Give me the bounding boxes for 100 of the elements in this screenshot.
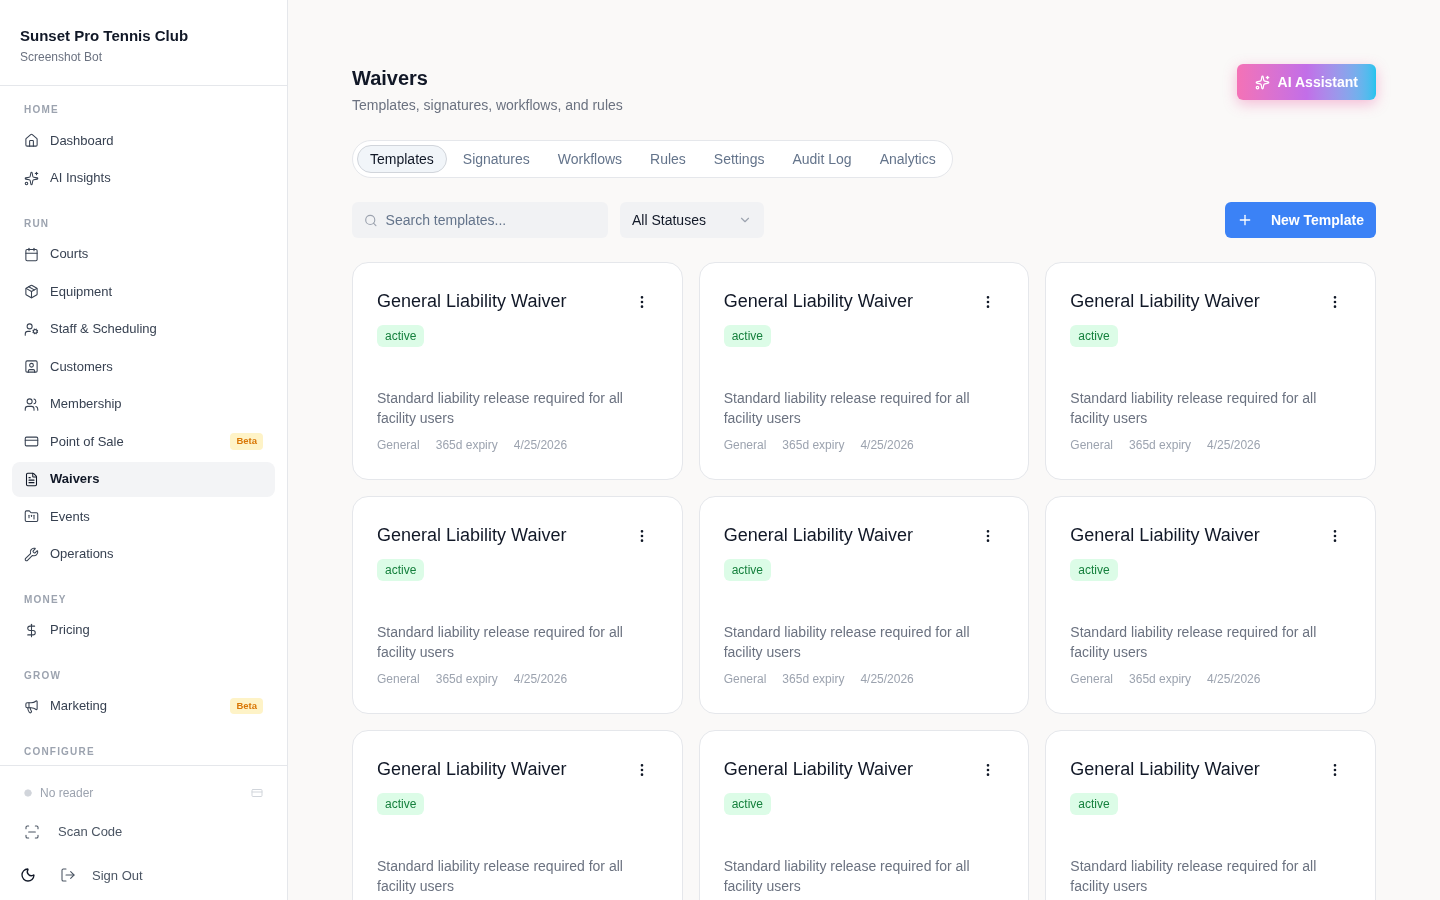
nav-item[interactable]: Waivers	[12, 461, 275, 497]
template-card[interactable]: General Liability Waiver active Standard liability release required for all facility users	[1045, 730, 1376, 900]
scan-code-button[interactable]: Scan Code	[24, 822, 263, 842]
reader-status: No reader	[40, 785, 95, 802]
status-badge: active	[723, 793, 771, 815]
search-field[interactable]: Search templates...	[352, 202, 608, 238]
status-badge: active	[1070, 559, 1118, 581]
home-icon	[24, 133, 39, 148]
card-title: General Liability Waiver	[723, 758, 914, 781]
nav-item[interactable]: Dashboard	[12, 123, 275, 158]
status-badge: active	[1070, 793, 1118, 815]
id-badge-icon	[24, 359, 39, 374]
sparkles-icon	[24, 170, 39, 186]
card-title: General Liability Waiver	[723, 524, 914, 547]
card-description: Standard liability release required for all facility users	[723, 623, 971, 662]
template-card[interactable]: General Liability Waiver active Standard liability release required for all facility users General 365d expiry 4/25/2026	[698, 262, 1030, 480]
tab[interactable]: Templates	[357, 145, 447, 173]
card-description: Standard liability release required for all facility users	[723, 389, 971, 428]
person-gear-icon	[24, 321, 39, 337]
card-reader-icon	[251, 787, 263, 799]
nav-item[interactable]: Staff & Scheduling	[12, 311, 275, 347]
card-meta: 4/25/2026	[860, 671, 914, 688]
new-template-button[interactable]: New Template	[1224, 202, 1376, 238]
section-heading: MONEY	[24, 593, 67, 605]
nav-item[interactable]: Customers	[12, 349, 275, 384]
nav-item[interactable]: Equipment	[12, 274, 275, 309]
card-title: General Liability Waiver	[1070, 290, 1260, 313]
card-meta: General	[723, 437, 767, 454]
nav-item[interactable]: Membership	[12, 386, 275, 422]
wrench-icon	[24, 546, 39, 562]
status-badge: active	[377, 325, 425, 347]
tab[interactable]: Workflows	[545, 145, 635, 173]
tab[interactable]: Analytics	[867, 145, 948, 173]
nav-item[interactable]: Operations	[12, 536, 275, 572]
card-meta: 365d expiry	[435, 671, 498, 688]
status-dropdown[interactable]: All Statuses	[620, 202, 764, 238]
card-description: Standard liability release required for all facility users	[377, 389, 624, 428]
card-meta: 365d expiry	[435, 437, 498, 454]
box-icon	[24, 284, 39, 299]
template-card[interactable]: General Liability Waiver active Standard liability release required for all facility users General 365d expiry 4/25/2026	[698, 496, 1030, 714]
card-title: General Liability Waiver	[377, 524, 567, 547]
section-heading: CONFIGURE	[24, 745, 95, 757]
nav-item[interactable]: AI Insights	[12, 160, 275, 196]
tab[interactable]: Signatures	[450, 145, 542, 173]
card-description: Standard liability release required for all facility users	[1070, 857, 1318, 896]
nav-item[interactable]: Pricing	[12, 612, 275, 648]
nav-item[interactable]: Events	[12, 499, 275, 534]
dollar-icon	[24, 622, 39, 638]
template-card[interactable]: General Liability Waiver active Standard liability release required for all facility users	[698, 730, 1030, 900]
card-title: General Liability Waiver	[377, 290, 567, 313]
nav-item[interactable]: Point of Sale Beta	[12, 424, 275, 459]
tab[interactable]: Settings	[701, 145, 777, 173]
sparkles-icon	[1254, 74, 1270, 90]
card-meta: 365d expiry	[1129, 437, 1192, 454]
status-badge: active	[377, 793, 425, 815]
card-description: Standard liability release required for all facility users	[377, 857, 624, 896]
page-subtitle: Templates, signatures, workflows, and rules	[352, 96, 623, 115]
club-name: Sunset Pro Tennis Club	[20, 26, 190, 46]
card-title: General Liability Waiver	[1070, 758, 1260, 781]
template-card[interactable]: General Liability Waiver active Standard liability release required for all facility users General 365d expiry 4/25/2026	[1045, 262, 1376, 480]
card-meta: 4/25/2026	[1207, 437, 1261, 454]
card-meta: 4/25/2026	[860, 437, 914, 454]
card-meta: 365d expiry	[782, 437, 845, 454]
sign-out-icon	[60, 867, 76, 884]
template-card[interactable]: General Liability Waiver active Standard liability release required for all facility users General 365d expiry 4/25/2026	[352, 496, 683, 714]
section-heading: GROW	[24, 669, 62, 681]
people-icon	[24, 396, 39, 412]
search-input[interactable]: Search templates...	[385, 209, 596, 231]
status-badge: active	[723, 559, 771, 581]
nav-item[interactable]: Marketing Beta	[12, 688, 275, 724]
sign-out-button[interactable]: Sign Out	[60, 865, 143, 885]
card-meta: General	[723, 671, 767, 688]
tab[interactable]: Audit Log	[780, 145, 864, 173]
section-heading: RUN	[24, 217, 50, 229]
card-icon	[24, 434, 39, 449]
calendar-icon	[24, 246, 39, 262]
status-badge: active	[377, 559, 425, 581]
card-meta: General	[377, 671, 420, 688]
beta-badge: Beta	[230, 697, 263, 715]
template-card[interactable]: General Liability Waiver active Standard liability release required for all facility users General 365d expiry 4/25/2026	[352, 262, 683, 480]
template-card[interactable]: General Liability Waiver active Standard liability release required for all facility users General 365d expiry 4/25/2026	[1045, 496, 1376, 714]
dark-mode-icon[interactable]	[20, 867, 36, 884]
card-meta: 4/25/2026	[513, 671, 568, 688]
card-description: Standard liability release required for all facility users	[377, 623, 624, 662]
card-meta: 4/25/2026	[513, 437, 568, 454]
card-meta: General	[377, 437, 420, 454]
template-card[interactable]: General Liability Waiver active Standard liability release required for all facility users	[352, 730, 683, 900]
tab[interactable]: Rules	[638, 145, 698, 173]
folder-icon	[24, 509, 39, 524]
page-title: Waivers	[352, 66, 429, 90]
nav-item[interactable]: Courts	[12, 236, 275, 272]
megaphone-icon	[24, 698, 39, 714]
search-icon	[364, 212, 378, 228]
card-meta: 365d expiry	[1129, 671, 1192, 688]
beta-badge: Beta	[230, 433, 263, 450]
card-description: Standard liability release required for all facility users	[1070, 389, 1318, 428]
card-title: General Liability Waiver	[1070, 524, 1260, 547]
card-title: General Liability Waiver	[723, 290, 914, 313]
section-heading: HOME	[24, 104, 59, 115]
status-badge: active	[723, 325, 771, 347]
